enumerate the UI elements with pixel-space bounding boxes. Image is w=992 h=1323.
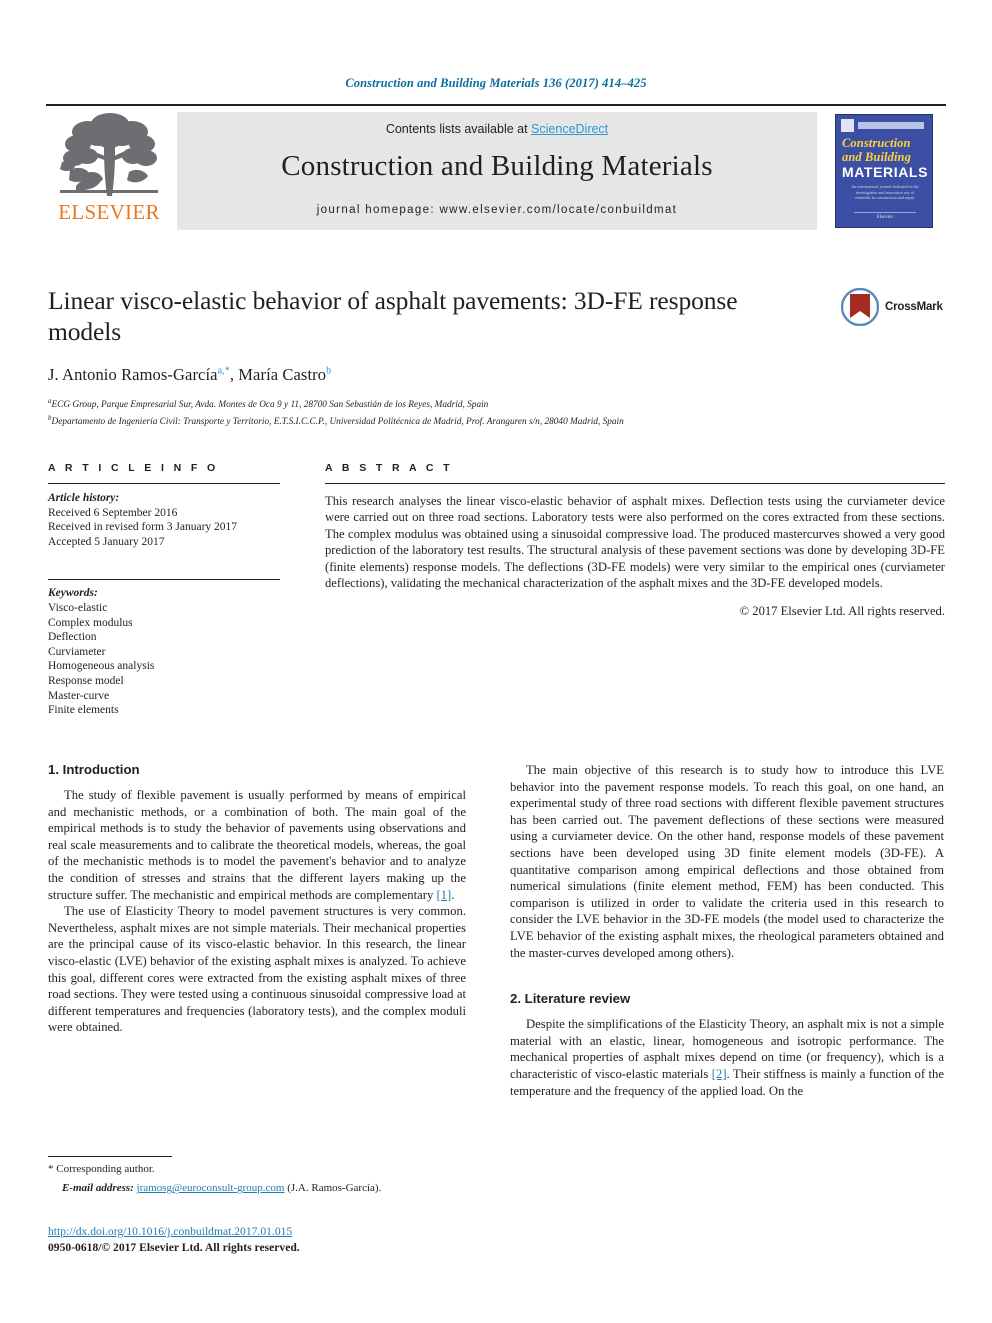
doi-block: http://dx.doi.org/10.1016/j.conbuildmat.… [48, 1222, 478, 1255]
sciencedirect-link[interactable]: ScienceDirect [531, 122, 608, 136]
journal-title: Construction and Building Materials [281, 150, 713, 182]
cover-blurb: An international journal dedicated to th… [851, 184, 919, 201]
masthead-center-band: Contents lists available at ScienceDirec… [177, 112, 817, 230]
footnote-block: * Corresponding author. E-mail address: … [48, 1156, 466, 1196]
history-revised: Received in revised form 3 January 2017 [48, 521, 238, 534]
keyword-item: Visco-elastic [48, 601, 108, 614]
author-name-1: J. Antonio Ramos-García [48, 365, 218, 384]
author-marks-1[interactable]: a,* [218, 366, 230, 377]
page-title: Linear visco-elastic behavior of asphalt… [48, 286, 738, 346]
crossmark-label: CrossMark [885, 301, 943, 313]
journal-cover-thumbnail[interactable]: Construction and Building MATERIALS An i… [824, 112, 946, 230]
keyword-item: Curviameter [48, 645, 106, 658]
email-label: E-mail address: [62, 1182, 134, 1195]
doi-link[interactable]: http://dx.doi.org/10.1016/j.conbuildmat.… [48, 1225, 292, 1238]
email-link[interactable]: jramosg@euroconsult-group.com [137, 1182, 285, 1194]
affiliation-list: aECG Group, Parque Empresarial Sur, Avda… [48, 395, 808, 429]
keyword-item: Complex modulus [48, 616, 133, 629]
article-history-label: Article history: [48, 492, 120, 504]
author-name-2: María Castro [238, 365, 327, 384]
footnote-rule [48, 1156, 172, 1157]
paragraph-intro-1-text: The study of flexible pavement is usuall… [48, 788, 466, 902]
contents-lists-line: Contents lists available at ScienceDirec… [177, 122, 817, 136]
citation-1[interactable]: [1] [436, 888, 451, 902]
keywords-label: Keywords: [48, 587, 98, 600]
paragraph-intro-1: The study of flexible pavement is usuall… [48, 787, 466, 903]
issn-copyright: 0950-0618/© 2017 Elsevier Ltd. All right… [48, 1241, 300, 1254]
affiliation-text-b: Departamento de Ingeniería Civil: Transp… [51, 417, 624, 428]
paragraph-literature-1: Despite the simplifications of the Elast… [510, 1016, 944, 1099]
section-heading-introduction: 1. Introduction [48, 762, 140, 777]
email-note: E-mail address: jramosg@euroconsult-grou… [48, 1181, 466, 1195]
body-column-left: 1. Introduction The study of flexible pa… [48, 762, 466, 1036]
keywords-rule [48, 579, 280, 581]
abstract-text: This research analyses the linear visco-… [325, 494, 945, 591]
contents-lists-prefix: Contents lists available at [385, 122, 532, 136]
cover-title-line2: and Building [842, 150, 911, 164]
corresponding-author-note: * Corresponding author. [48, 1163, 155, 1175]
author-separator: , [229, 365, 239, 384]
author-marks-2[interactable]: b [326, 366, 331, 377]
body-column-right: The main objective of this research is t… [510, 762, 944, 1099]
cover-divider [854, 212, 916, 213]
keywords-list: Keywords: Visco-elastic Complex modulus … [48, 586, 280, 717]
article-page: Construction and Building Materials 136 … [0, 0, 992, 1323]
history-received: Received 6 September 2016 [48, 506, 178, 519]
journal-cover-image: Construction and Building MATERIALS An i… [835, 114, 933, 228]
title-block: Linear visco-elastic behavior of asphalt… [48, 285, 808, 429]
cover-logo-square [841, 119, 854, 132]
paragraph-objective: The main objective of this research is t… [510, 763, 944, 960]
cover-title-line3: MATERIALS [842, 164, 929, 180]
crossmark-badge[interactable]: CrossMark [840, 287, 947, 330]
article-history: Article history: Received 6 September 20… [48, 491, 280, 549]
article-info-heading: A R T I C L E I N F O [48, 462, 219, 474]
keyword-item: Master-curve [48, 689, 110, 702]
keyword-item: Deflection [48, 631, 97, 644]
keywords-block: Keywords: Visco-elastic Complex modulus … [48, 579, 280, 717]
paragraph-intro-2: The use of Elasticity Theory to model pa… [48, 904, 466, 1035]
journal-homepage-line[interactable]: journal homepage: www.elsevier.com/locat… [177, 204, 817, 216]
affiliation-b: bDepartamento de Ingeniería Civil: Trans… [48, 412, 808, 429]
article-info-section: A R T I C L E I N F O Article history: R… [48, 462, 280, 718]
email-owner: (J.A. Ramos-García). [287, 1182, 382, 1195]
abstract-rule [325, 483, 945, 484]
elsevier-tree-icon [54, 112, 164, 200]
abstract-heading: A B S T R A C T [325, 462, 453, 474]
crossmark-icon [840, 287, 880, 327]
citation-2[interactable]: [2] [712, 1067, 727, 1081]
paragraph-intro-1-end: . [451, 887, 455, 902]
abstract-section: A B S T R A C T This research analyses t… [325, 462, 945, 619]
journal-masthead: ELSEVIER Contents lists available at Sci… [46, 104, 946, 230]
section-heading-literature-review: 2. Literature review [510, 991, 631, 1007]
affiliation-text-a: ECG Group, Parque Empresarial Sur, Avda.… [51, 400, 489, 411]
article-info-rule [48, 483, 280, 484]
keyword-item: Homogeneous analysis [48, 660, 155, 673]
masthead-top-rule [46, 104, 946, 106]
abstract-copyright: © 2017 Elsevier Ltd. All rights reserved… [739, 604, 945, 619]
keyword-item: Response model [48, 674, 124, 687]
cover-publisher: Elsevier [876, 215, 894, 220]
cover-top-strip [858, 122, 924, 129]
running-head: Construction and Building Materials 136 … [345, 76, 647, 90]
affiliation-a: aECG Group, Parque Empresarial Sur, Avda… [48, 395, 808, 412]
keyword-item: Finite elements [48, 704, 119, 717]
elsevier-logo: ELSEVIER [48, 112, 170, 230]
elsevier-wordmark: ELSEVIER [58, 200, 160, 224]
cover-title-line1: Construction [842, 136, 911, 150]
history-accepted: Accepted 5 January 2017 [48, 535, 165, 548]
author-list: J. Antonio Ramos-Garcíaa,*, María Castro… [48, 365, 808, 385]
